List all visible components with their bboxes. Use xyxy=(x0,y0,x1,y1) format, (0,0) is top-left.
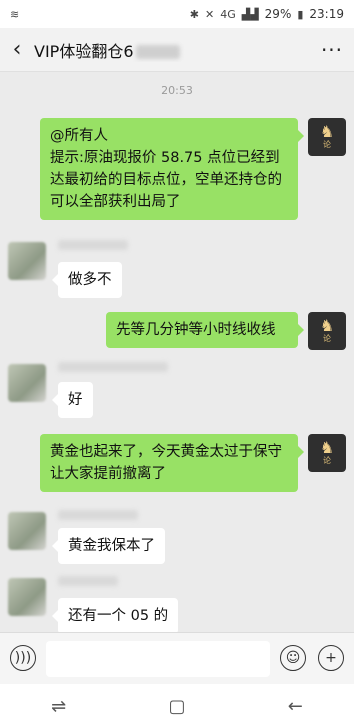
battery-icon: ▮ xyxy=(297,7,304,21)
chevron-left-icon: ‹ xyxy=(12,37,22,62)
blurred-nickname xyxy=(58,240,128,250)
back-button[interactable]: ‹ xyxy=(0,37,34,62)
horse-icon: ♞ xyxy=(319,316,335,335)
message-text: 做多不 xyxy=(68,272,112,288)
message-text: 还有一个 05 的 xyxy=(68,608,169,624)
message-bubble-outgoing[interactable]: 黄金也起来了，今天黄金太过于保守让大家提前撤离了 xyxy=(40,434,304,492)
message-input[interactable] xyxy=(46,641,270,677)
user-avatar[interactable] xyxy=(8,242,46,280)
chat-title-text: VIP体验翻仓6 xyxy=(34,41,134,61)
brand-avatar[interactable]: ♞ 论 xyxy=(308,118,346,156)
network-label: 4G xyxy=(220,7,236,21)
message-text: 黄金也起来了，今天黄金太过于保守让大家提前撤离了 xyxy=(50,444,282,482)
clock: 23:19 xyxy=(309,7,344,21)
home-button[interactable]: ▢ xyxy=(168,696,185,717)
blurred-nickname xyxy=(58,510,138,520)
message-text: 先等几分钟等小时线收线 xyxy=(116,322,276,338)
system-nav-bar: ⇌ ▢ ← xyxy=(0,684,354,728)
emoji-icon: ☺ xyxy=(285,650,301,666)
blurred-nickname xyxy=(58,576,118,586)
message-bubble-incoming[interactable]: 做多不 xyxy=(52,262,122,298)
recent-apps-icon: ⇌ xyxy=(51,695,67,717)
bluetooth-icon: ✱ xyxy=(189,7,199,21)
emoji-button[interactable]: ☺ xyxy=(280,645,306,671)
back-arrow-icon: ← xyxy=(287,695,303,717)
blurred-title-suffix xyxy=(135,45,180,59)
more-button[interactable]: ··· xyxy=(310,38,354,62)
brand-avatar[interactable]: ♞ 论 xyxy=(308,312,346,350)
message-bubble-outgoing[interactable]: 先等几分钟等小时线收线 xyxy=(106,312,304,348)
status-bar: ≋ ✱ ✕ 4G ▟▟ 29% ▮ 23:19 xyxy=(0,0,354,28)
message-text: 黄金我保本了 xyxy=(68,538,155,554)
signal-icon: ▟▟ xyxy=(241,7,259,21)
brand-avatar-line1: 论 xyxy=(323,456,331,465)
plus-icon: + xyxy=(325,650,337,666)
message-bubble-incoming[interactable]: 还有一个 05 的 xyxy=(51,598,179,632)
message-text: 好 xyxy=(68,392,83,408)
wifi-icon: ≋ xyxy=(10,7,20,21)
home-icon: ▢ xyxy=(168,695,186,717)
brand-avatar-line1: 论 xyxy=(323,334,331,343)
user-avatar[interactable] xyxy=(8,578,46,616)
brand-avatar-line1: 论 xyxy=(323,140,331,149)
chat-area[interactable]: 20:53 @所有人 提示:原油现报价 58.75 点位已经到达最初给的目标点位… xyxy=(0,72,354,632)
horse-icon: ♞ xyxy=(319,122,335,141)
input-bar: ))) ☺ + xyxy=(0,632,354,684)
chat-title: VIP体验翻仓6 xyxy=(34,38,310,62)
brand-avatar[interactable]: ♞ 论 xyxy=(308,434,346,472)
user-avatar[interactable] xyxy=(8,512,46,550)
chat-header: ‹ VIP体验翻仓6 ··· xyxy=(0,28,354,72)
voice-button[interactable]: ))) xyxy=(10,645,36,671)
battery-percent: 29% xyxy=(264,7,292,21)
blurred-nickname xyxy=(58,362,168,372)
recent-apps-button[interactable]: ⇌ xyxy=(51,696,66,717)
voice-icon: ))) xyxy=(14,650,32,666)
message-bubble-incoming[interactable]: 好 xyxy=(52,382,93,418)
status-right: ✱ ✕ 4G ▟▟ 29% ▮ 23:19 xyxy=(190,7,344,21)
more-dots-icon: ··· xyxy=(320,37,344,62)
user-avatar[interactable] xyxy=(8,364,46,402)
back-nav-button[interactable]: ← xyxy=(288,696,303,717)
message-bubble-outgoing[interactable]: @所有人 提示:原油现报价 58.75 点位已经到达最初给的目标点位，空单还持仓… xyxy=(40,118,304,220)
message-text: @所有人 提示:原油现报价 58.75 点位已经到达最初给的目标点位，空单还持仓… xyxy=(50,128,282,210)
message-bubble-incoming[interactable]: 黄金我保本了 xyxy=(52,528,165,564)
message-timestamp: 20:53 xyxy=(161,84,193,97)
add-button[interactable]: + xyxy=(318,645,344,671)
horse-icon: ♞ xyxy=(319,438,335,457)
mute-icon: ✕ xyxy=(205,7,215,21)
